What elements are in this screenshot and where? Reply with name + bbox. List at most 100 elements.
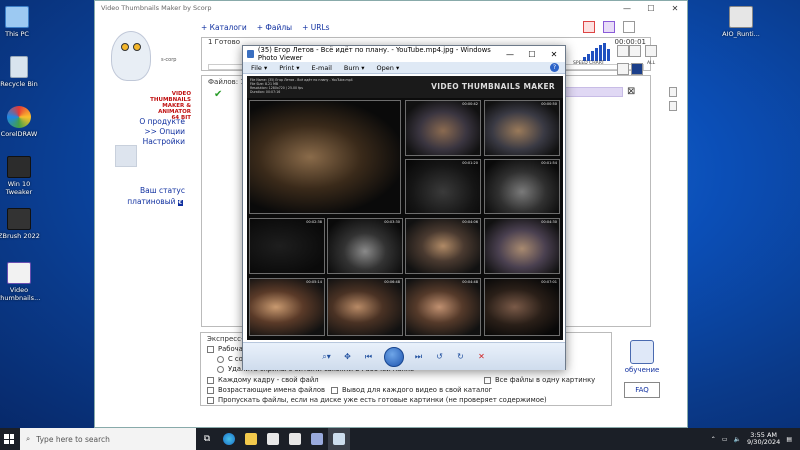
ascending-names-option[interactable]: Возрастающие имена файлов (207, 386, 325, 394)
own-file-option[interactable]: Каждому кадру - свой файл (207, 376, 319, 384)
checkbox[interactable] (484, 376, 491, 384)
checkbox[interactable] (207, 396, 214, 404)
viewer-close-button[interactable]: ✕ (543, 50, 565, 59)
desktop-icon-this-pc[interactable]: This PC (0, 6, 42, 38)
all-button[interactable] (645, 45, 657, 57)
taskbar-mail[interactable] (284, 428, 306, 450)
taskbar-app[interactable] (306, 428, 328, 450)
start-button[interactable] (0, 428, 18, 450)
next-icon[interactable]: ⏭ (413, 352, 425, 362)
add-files-link[interactable]: + Файлы (257, 23, 292, 32)
checkbox[interactable] (207, 386, 214, 394)
volume-icon[interactable]: 🔈 (734, 436, 741, 443)
skip-existing-option[interactable]: Пропускать файлы, если на диске уже есть… (207, 396, 547, 404)
taskbar-edge[interactable] (218, 428, 240, 450)
coreldraw-icon (7, 106, 31, 128)
viewer-maximize-button[interactable]: ☐ (521, 50, 543, 59)
desktop-icon-recycle-bin[interactable]: Recycle Bin (0, 56, 44, 88)
actual-size-icon[interactable]: ✥ (342, 352, 354, 362)
desktop-icon-video-thumbnails[interactable]: Video thumbnails... (0, 262, 44, 302)
video-frame: 00:07:01 (484, 278, 560, 336)
video-frame: 00:06:48 (327, 278, 403, 336)
desktop-icon-zbrush[interactable]: ZBrush 2022 (0, 208, 44, 240)
video-frame: 00:04:48 (405, 278, 481, 336)
viewer-minimize-button[interactable]: — (499, 50, 521, 59)
desktop-icon-aio-runtimes[interactable]: AIO_Runti... (716, 6, 766, 38)
add-urls-link[interactable]: + URLs (302, 23, 329, 32)
faq-button[interactable]: FAQ (624, 382, 660, 398)
video-frame: 00:05:14 (249, 278, 325, 336)
desktop-icon-label: This PC (5, 30, 29, 38)
help-icon[interactable]: ? (550, 63, 559, 72)
thumbnail-sheet-image: File Name: (35) Егор Летов - Всё идёт по… (247, 76, 563, 340)
desktop-icon-label: CorelDRAW (0, 130, 38, 138)
delete-icon[interactable]: ✕ (476, 352, 488, 362)
learning-button[interactable]: обучение (620, 340, 664, 378)
speed-chart-icon[interactable] (583, 43, 615, 61)
photo-viewer-icon (333, 433, 345, 445)
menu-file[interactable]: File ▾ (251, 64, 267, 72)
output-folder-option[interactable]: Вывод для каждого видео в свой каталог (331, 386, 492, 394)
task-view-icon: ⧉ (203, 434, 211, 444)
video-frame: 00:04:30 (484, 218, 560, 274)
scroll-up-button[interactable] (669, 87, 677, 97)
network-icon[interactable]: ▭ (722, 436, 728, 443)
app-icon (311, 433, 323, 445)
windows-icon (4, 434, 14, 444)
maximize-button[interactable]: ☐ (639, 4, 663, 13)
radio[interactable] (217, 365, 224, 373)
desktop-icon-label: ZBrush 2022 (0, 232, 40, 240)
taskbar-photo-viewer[interactable] (328, 428, 350, 450)
rotate-right-icon[interactable]: ↻ (455, 352, 467, 362)
clock[interactable]: 3:55 AM 9/30/2024 (747, 432, 780, 446)
list-icon[interactable] (623, 21, 635, 33)
grid-tool-button-2[interactable] (629, 45, 641, 57)
menu-burn[interactable]: Burn ▾ (344, 64, 365, 72)
taskbar-store[interactable] (262, 428, 284, 450)
remove-file-icon[interactable]: ⊠ (627, 86, 635, 97)
scorp-logo-text: s-corp (161, 57, 177, 63)
taskbar-explorer[interactable] (240, 428, 262, 450)
chevron-up-icon[interactable]: ⌃ (711, 436, 716, 443)
rotate-left-icon[interactable]: ↺ (434, 352, 446, 362)
red-tool-button[interactable] (583, 21, 595, 33)
viewer-titlebar: (35) Егор Летов - Всё идёт по плану. - Y… (243, 46, 565, 62)
notifications-icon[interactable]: ▤ (786, 436, 792, 443)
radio[interactable] (217, 355, 224, 363)
scroll-down-button[interactable] (669, 101, 677, 111)
font-tool-button[interactable] (617, 63, 629, 75)
zoom-icon[interactable]: ⌕▾ (321, 352, 333, 362)
previous-icon[interactable]: ⏮ (363, 352, 375, 362)
sheet-meta: File Name: (35) Егор Летов - Всё идёт по… (250, 78, 353, 94)
grid-tool-button[interactable] (617, 45, 629, 57)
add-folders-link[interactable]: + Каталоги (201, 23, 247, 32)
menu-open[interactable]: Open ▾ (377, 64, 400, 72)
desktop-icon-win10-tweaker[interactable]: Win 10 Tweaker (0, 156, 44, 196)
work-folder-option[interactable]: Рабочая (207, 345, 247, 353)
video-frame-large (249, 100, 401, 214)
desktop-icon-coreldraw[interactable]: CorelDRAW (0, 106, 44, 138)
store-icon (267, 433, 279, 445)
about-link[interactable]: О продукте (139, 117, 185, 126)
taskbar-search[interactable]: ⌕ Type here to search (20, 428, 196, 450)
status-value[interactable]: платиновый € (127, 197, 183, 206)
minimize-button[interactable]: — (615, 4, 639, 13)
violet-tool-button[interactable] (603, 21, 615, 33)
video-frame: 00:01:20 (405, 159, 481, 214)
menu-print[interactable]: Print ▾ (279, 64, 299, 72)
checkbox[interactable] (207, 345, 214, 353)
viewer-title: (35) Егор Летов - Всё идёт по плану. - Y… (257, 46, 491, 62)
sheet-header: File Name: (35) Егор Летов - Всё идёт по… (247, 76, 563, 98)
checkbox[interactable] (331, 386, 338, 394)
task-view-button[interactable]: ⧉ (196, 428, 218, 450)
settings-link[interactable]: Настройки (143, 137, 185, 146)
checkbox[interactable] (207, 376, 214, 384)
close-button[interactable]: ✕ (663, 4, 687, 13)
all-in-one-option[interactable]: Все файлы в одну картинку (484, 376, 595, 384)
image-tool-button[interactable] (631, 63, 643, 75)
slideshow-button[interactable] (383, 346, 404, 367)
all-label: ALL (647, 61, 656, 66)
learning-icon (630, 340, 654, 364)
options-link[interactable]: >> Опции (144, 127, 185, 136)
menu-email[interactable]: E-mail (312, 64, 332, 72)
